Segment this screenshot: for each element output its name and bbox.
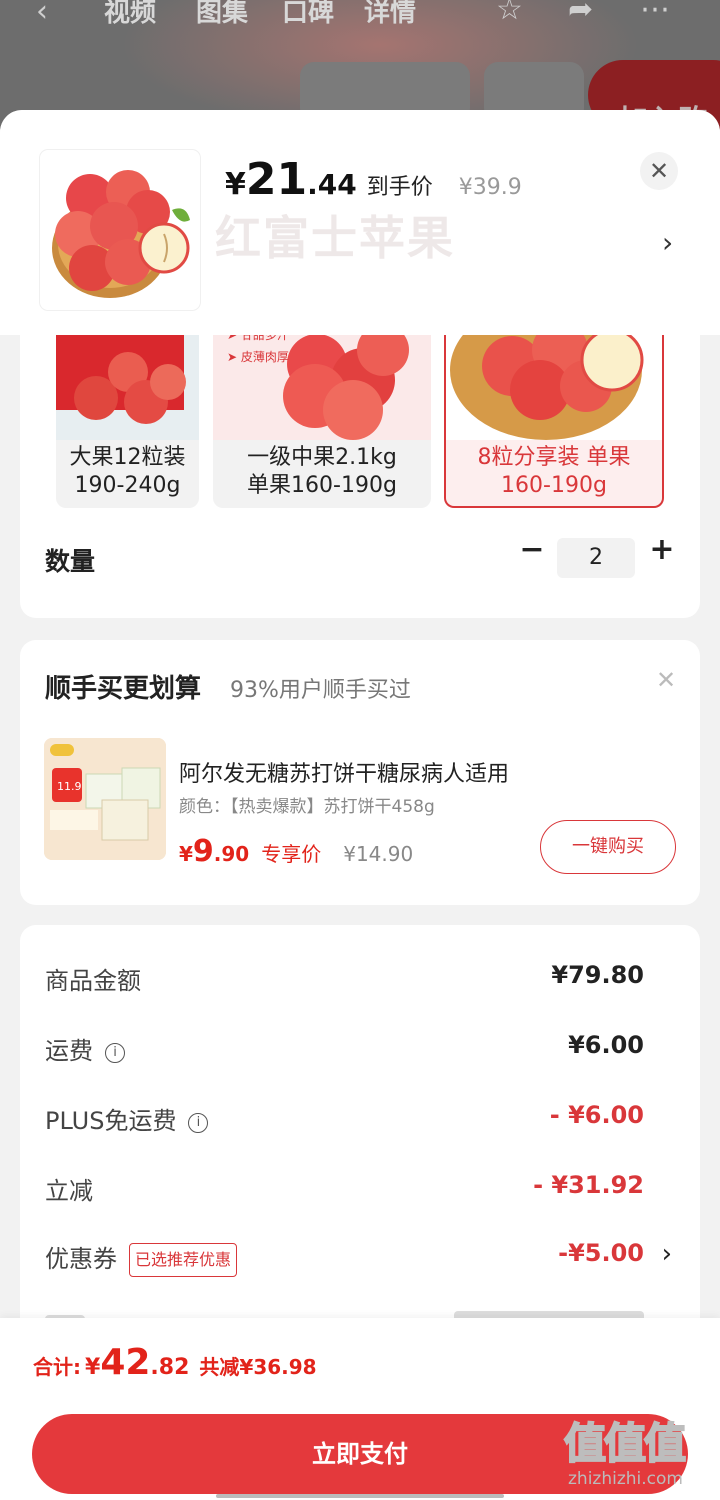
apple-basket-image [52, 170, 190, 298]
addon-product-name[interactable]: 阿尔发无糖苏打饼干糖尿病人适用 [179, 756, 509, 788]
more-icon: ⋯ [640, 0, 670, 27]
spec-option-0[interactable]: 大果12粒装 190-240g [56, 310, 199, 508]
summary-row-goods: 商品金额 ¥79.80 [45, 961, 644, 995]
close-icon[interactable]: ✕ [656, 666, 676, 694]
summary-row-plus-free-shipping: PLUS免运费 i - ¥6.00 [45, 1101, 644, 1135]
summary-row-instant-discount: 立减 - ¥31.92 [45, 1171, 644, 1205]
watermark-logo: 值值值 [563, 1418, 687, 1469]
addon-price: ¥ 9 .90 专享价 ¥14.90 [179, 834, 414, 869]
quantity-input[interactable]: 2 [557, 538, 635, 578]
addon-original-price: ¥14.90 [343, 842, 414, 866]
summary-row-coupon[interactable]: 优惠券 已选推荐优惠 -¥5.00 › [20, 1239, 700, 1279]
spec-option-1[interactable]: ➤ 甘甜多汁 ➤ 皮薄肉厚 一级中果2.1kg 单果160-190g [213, 310, 431, 508]
close-icon[interactable]: ✕ [640, 152, 678, 190]
info-icon[interactable]: i [105, 1043, 125, 1063]
final-price-label: 到手价 [366, 175, 433, 200]
addon-subtitle: 93%用户顺手买过 [230, 678, 411, 703]
bg-tab-details: 详情 [364, 0, 417, 28]
total-saved: 共减¥36.98 [199, 1355, 317, 1379]
order-summary: 商品金额 ¥79.80 运费 i ¥6.00 PLUS免运费 i - ¥6.00 立… [20, 925, 700, 1345]
purchase-sheet: 红富士苹果 ¥ 21 .44 到手价 ¥39.9 ✕ › 大果12粒装 190-… [0, 110, 720, 1500]
chevron-right-icon[interactable]: › [662, 1239, 672, 1269]
one-click-buy-button[interactable]: 一键购买 [540, 820, 676, 874]
spec-selector: 大果12粒装 190-240g ➤ 甘甜多汁 ➤ 皮薄肉厚 一级中果2.1kg 单果… [20, 310, 700, 618]
sheet-header: 红富士苹果 ¥ 21 .44 到手价 ¥39.9 ✕ › [0, 110, 720, 335]
favorite-star-icon: ☆ [496, 0, 523, 27]
product-thumbnail[interactable] [40, 150, 200, 310]
spec-option-2[interactable]: 8粒分享装 单果 160-190g [444, 310, 664, 508]
bg-tab-gallery: 图集 [196, 0, 249, 28]
quantity-decrease-button[interactable]: − [517, 532, 547, 567]
addon-product-image[interactable]: 11.9 [44, 738, 166, 860]
coupon-badge: 已选推荐优惠 [129, 1243, 238, 1277]
addon-recommendation: 顺手买更划算 93%用户顺手买过 ✕ 11.9 阿尔发无糖苏打饼干糖尿病人适用 … [20, 640, 700, 905]
original-price: ¥39.9 [458, 175, 522, 200]
addon-price-tag: 专享价 [261, 842, 322, 866]
faded-product-title: 红富士苹果 [215, 211, 455, 265]
watermark: 值值值 zhizhizhi.com [563, 1410, 714, 1489]
home-indicator [216, 1494, 504, 1498]
addon-title: 顺手买更划算 [45, 674, 202, 704]
summary-row-shipping: 运费 i ¥6.00 [45, 1031, 644, 1065]
watermark-url: zhizhizhi.com [568, 1469, 683, 1489]
background-tabs: ‹ 视频 图集 口碑 详情 ☆ ➦ ⋯ [0, 0, 720, 38]
bg-tab-reviews: 口碑 [282, 0, 335, 28]
svg-text:11.9: 11.9 [57, 780, 82, 793]
share-icon: ➦ [568, 0, 594, 27]
addon-product-attr: 颜色：【热卖爆款】苏打饼干458g [179, 797, 435, 817]
chevron-right-icon[interactable]: › [662, 226, 673, 259]
order-total: 合计: ¥ 42 .82 共减¥36.98 [33, 1342, 317, 1383]
back-icon: ‹ [36, 0, 48, 29]
quantity-increase-button[interactable]: + [647, 532, 677, 567]
bg-tab-video: 视频 [104, 0, 157, 28]
info-icon[interactable]: i [188, 1113, 209, 1133]
quantity-label: 数量 [45, 547, 96, 576]
final-price: ¥ 21 .44 到手价 ¥39.9 [225, 154, 522, 205]
